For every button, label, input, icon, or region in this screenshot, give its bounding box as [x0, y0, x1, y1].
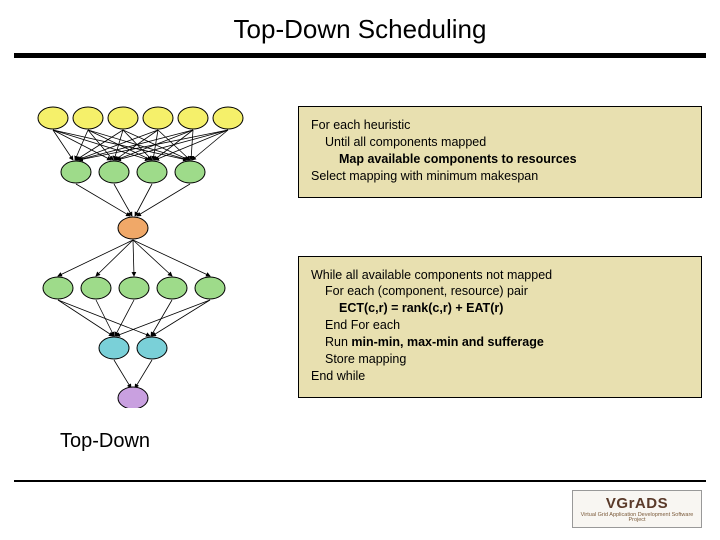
diagram-caption: Top-Down	[60, 430, 150, 453]
algo2-line1: While all available components not mappe…	[311, 267, 689, 284]
algo2-line5: Run min-min, max-min and sufferage	[311, 334, 689, 351]
dag-diagram	[18, 98, 248, 408]
algo2-line6: Store mapping	[311, 351, 689, 368]
algo1-line2: Until all components mapped	[311, 134, 689, 151]
logo-sub-text: Virtual Grid Application Development Sof…	[573, 513, 701, 524]
algo1-line3: Map available components to resources	[311, 151, 689, 168]
algo1-line1: For each heuristic	[311, 117, 689, 134]
algo1-line4: Select mapping with minimum makespan	[311, 168, 689, 185]
algorithm-box-2: While all available components not mappe…	[298, 256, 702, 398]
logo-main-text: VGrADS	[606, 495, 668, 512]
vgrads-logo: VGrADS Virtual Grid Application Developm…	[572, 490, 702, 528]
algo2-line2: For each (component, resource) pair	[311, 283, 689, 300]
algo2-line5-bold: min-min, max-min and sufferage	[351, 335, 543, 349]
algo2-line7: End while	[311, 368, 689, 385]
algo2-line3: ECT(c,r) = rank(c,r) + EAT(r)	[311, 300, 689, 317]
algorithm-box-1: For each heuristic Until all components …	[298, 106, 702, 198]
algo2-line4: End For each	[311, 317, 689, 334]
footer-divider	[14, 480, 706, 482]
content-area: For each heuristic Until all components …	[0, 58, 720, 408]
slide-title: Top-Down Scheduling	[0, 0, 720, 53]
diagram-column	[18, 98, 248, 408]
algo2-line5-prefix: Run	[325, 335, 351, 349]
algorithm-column: For each heuristic Until all components …	[298, 98, 702, 408]
